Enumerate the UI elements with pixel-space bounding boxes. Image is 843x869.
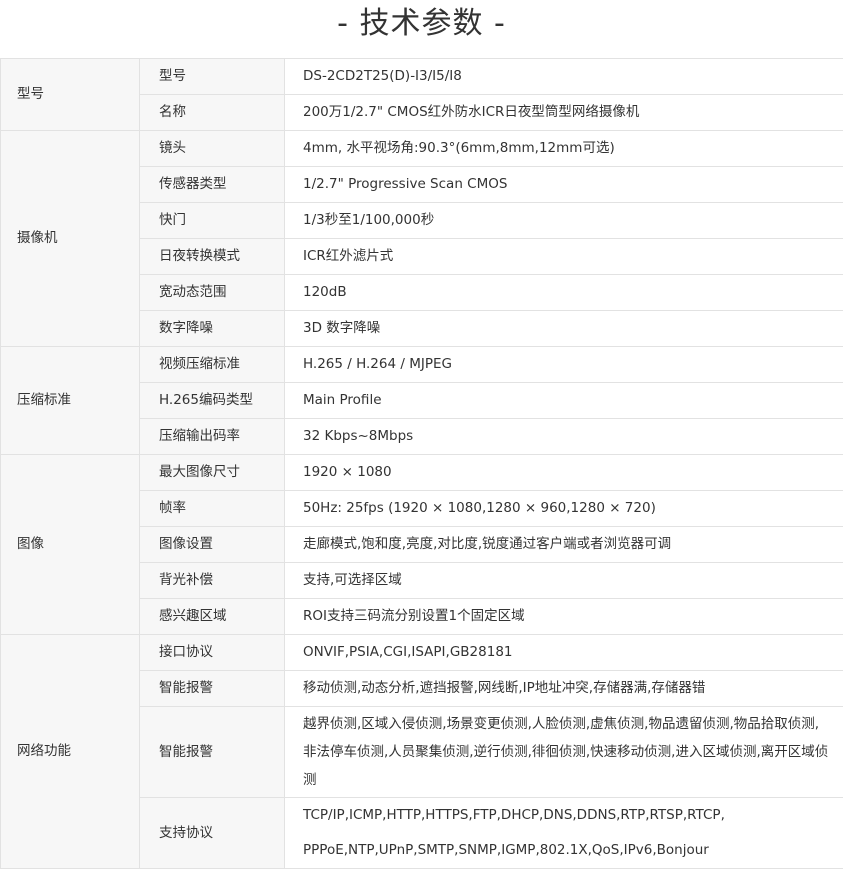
category-cell: 型号 xyxy=(1,59,140,131)
key-cell: 视频压缩标准 xyxy=(140,347,285,383)
value-cell: TCP/IP,ICMP,HTTP,HTTPS,FTP,DHCP,DNS,DDNS… xyxy=(285,798,843,869)
key-cell: 感兴趣区域 xyxy=(140,599,285,635)
key-cell: 支持协议 xyxy=(140,798,285,869)
value-cell: 50Hz: 25fps (1920 × 1080,1280 × 960,1280… xyxy=(285,491,843,527)
key-cell: 最大图像尺寸 xyxy=(140,455,285,491)
value-cell: 1/2.7" Progressive Scan CMOS xyxy=(285,167,843,203)
value-cell: ONVIF,PSIA,CGI,ISAPI,GB28181 xyxy=(285,635,843,671)
value-cell: 120dB xyxy=(285,275,843,311)
table-row: 压缩标准 视频压缩标准 H.265 / H.264 / MJPEG xyxy=(1,347,843,383)
value-line: 测 xyxy=(303,766,843,794)
key-cell: 智能报警 xyxy=(140,671,285,707)
key-cell: 数字降噪 xyxy=(140,311,285,347)
value-cell: 支持,可选择区域 xyxy=(285,563,843,599)
value-cell: 走廊模式,饱和度,亮度,对比度,锐度通过客户端或者浏览器可调 xyxy=(285,527,843,563)
value-line: TCP/IP,ICMP,HTTP,HTTPS,FTP,DHCP,DNS,DDNS… xyxy=(303,798,843,833)
key-cell: 背光补偿 xyxy=(140,563,285,599)
value-cell: 移动侦测,动态分析,遮挡报警,网线断,IP地址冲突,存储器满,存储器错 xyxy=(285,671,843,707)
value-cell: H.265 / H.264 / MJPEG xyxy=(285,347,843,383)
key-cell: 镜头 xyxy=(140,131,285,167)
key-cell: H.265编码类型 xyxy=(140,383,285,419)
value-cell: 4mm, 水平视场角:90.3°(6mm,8mm,12mm可选) xyxy=(285,131,843,167)
value-cell: ROI支持三码流分别设置1个固定区域 xyxy=(285,599,843,635)
key-cell: 宽动态范围 xyxy=(140,275,285,311)
key-cell: 传感器类型 xyxy=(140,167,285,203)
key-cell: 日夜转换模式 xyxy=(140,239,285,275)
value-line: PPPoE,NTP,UPnP,SMTP,SNMP,IGMP,802.1X,QoS… xyxy=(303,833,843,868)
table-row: 型号 型号 DS-2CD2T25(D)-I3/I5/I8 xyxy=(1,59,843,95)
key-cell: 图像设置 xyxy=(140,527,285,563)
category-cell: 压缩标准 xyxy=(1,347,140,455)
value-cell: 32 Kbps~8Mbps xyxy=(285,419,843,455)
value-cell: 1920 × 1080 xyxy=(285,455,843,491)
value-cell: Main Profile xyxy=(285,383,843,419)
category-cell: 摄像机 xyxy=(1,131,140,347)
value-line: 越界侦测,区域入侵侦测,场景变更侦测,人脸侦测,虚焦侦测,物品遗留侦测,物品拾取… xyxy=(303,710,843,738)
value-cell: DS-2CD2T25(D)-I3/I5/I8 xyxy=(285,59,843,95)
value-cell: ICR红外滤片式 xyxy=(285,239,843,275)
table-row: 摄像机 镜头 4mm, 水平视场角:90.3°(6mm,8mm,12mm可选) xyxy=(1,131,843,167)
key-cell: 型号 xyxy=(140,59,285,95)
category-cell: 网络功能 xyxy=(1,635,140,869)
value-cell: 200万1/2.7" CMOS红外防水ICR日夜型筒型网络摄像机 xyxy=(285,95,843,131)
category-cell: 图像 xyxy=(1,455,140,635)
key-cell: 接口协议 xyxy=(140,635,285,671)
value-cell: 1/3秒至1/100,000秒 xyxy=(285,203,843,239)
section-title: - 技术参数 - xyxy=(0,0,843,47)
value-line: 非法停车侦测,人员聚集侦测,逆行侦测,徘徊侦测,快速移动侦测,进入区域侦测,离开… xyxy=(303,738,843,766)
value-cell: 越界侦测,区域入侵侦测,场景变更侦测,人脸侦测,虚焦侦测,物品遗留侦测,物品拾取… xyxy=(285,707,843,798)
table-row: 图像 最大图像尺寸 1920 × 1080 xyxy=(1,455,843,491)
key-cell: 压缩输出码率 xyxy=(140,419,285,455)
key-cell: 帧率 xyxy=(140,491,285,527)
spec-table: 型号 型号 DS-2CD2T25(D)-I3/I5/I8 名称 200万1/2.… xyxy=(0,58,843,869)
key-cell: 快门 xyxy=(140,203,285,239)
key-cell: 智能报警 xyxy=(140,707,285,798)
value-cell: 3D 数字降噪 xyxy=(285,311,843,347)
key-cell: 名称 xyxy=(140,95,285,131)
table-row: 网络功能 接口协议 ONVIF,PSIA,CGI,ISAPI,GB28181 xyxy=(1,635,843,671)
